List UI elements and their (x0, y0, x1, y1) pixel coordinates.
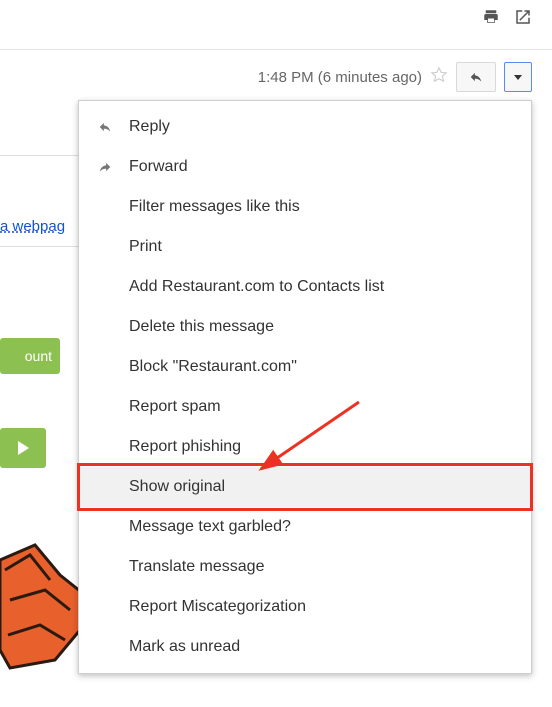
menu-item-label: Print (129, 238, 162, 256)
menu-item-label: Report phishing (129, 438, 241, 456)
menu-item-add-restaurant-com-to-contacts-list[interactable]: Add Restaurant.com to Contacts list (79, 267, 531, 307)
menu-item-label: Translate message (129, 558, 264, 576)
menu-item-translate-message[interactable]: Translate message (79, 547, 531, 587)
forward-icon (95, 160, 115, 174)
menu-item-print[interactable]: Print (79, 227, 531, 267)
more-actions-menu: Reply Forward Filter messages like this Pri… (78, 100, 532, 674)
message-meta-row: 1:48 PM (6 minutes ago) (258, 62, 532, 92)
menu-item-label: Delete this message (129, 318, 274, 336)
divider (0, 49, 552, 50)
menu-item-label: Report spam (129, 398, 221, 416)
menu-item-report-spam[interactable]: Report spam (79, 387, 531, 427)
menu-item-message-text-garbled[interactable]: Message text garbled? (79, 507, 531, 547)
menu-item-label: Show original (129, 478, 225, 496)
reply-icon (95, 120, 115, 134)
star-icon[interactable] (430, 66, 448, 88)
menu-item-show-original[interactable]: Show original (79, 467, 531, 507)
print-icon[interactable] (482, 8, 500, 29)
reply-button[interactable] (456, 62, 496, 92)
menu-item-label: Forward (129, 158, 188, 176)
menu-item-label: Message text garbled? (129, 518, 291, 536)
menu-item-mark-as-unread[interactable]: Mark as unread (79, 627, 531, 667)
divider (0, 246, 88, 247)
menu-item-report-miscategorization[interactable]: Report Miscategorization (79, 587, 531, 627)
menu-item-forward[interactable]: Forward (79, 147, 531, 187)
link-fragment[interactable]: a webpag (0, 218, 88, 235)
play-icon (18, 441, 29, 455)
menu-item-label: Reply (129, 118, 170, 136)
menu-item-block-restaurant-com[interactable]: Block "Restaurant.com" (79, 347, 531, 387)
divider (0, 155, 88, 156)
menu-item-label: Add Restaurant.com to Contacts list (129, 278, 384, 296)
green-button-fragment[interactable]: ount (0, 338, 60, 374)
more-actions-button[interactable] (504, 62, 532, 92)
menu-item-label: Report Miscategorization (129, 598, 306, 616)
play-button[interactable] (0, 428, 46, 468)
menu-item-report-phishing[interactable]: Report phishing (79, 427, 531, 467)
menu-item-reply[interactable]: Reply (79, 107, 531, 147)
menu-item-label: Mark as unread (129, 638, 240, 656)
chevron-down-icon (514, 75, 522, 80)
menu-item-label: Filter messages like this (129, 198, 300, 216)
menu-item-delete-this-message[interactable]: Delete this message (79, 307, 531, 347)
green-button-label: ount (25, 348, 52, 364)
menu-item-label: Block "Restaurant.com" (129, 358, 297, 376)
open-new-window-icon[interactable] (514, 8, 532, 29)
menu-item-filter-messages-like-this[interactable]: Filter messages like this (79, 187, 531, 227)
illustration-fragment (0, 540, 85, 670)
timestamp: 1:48 PM (6 minutes ago) (258, 69, 422, 86)
